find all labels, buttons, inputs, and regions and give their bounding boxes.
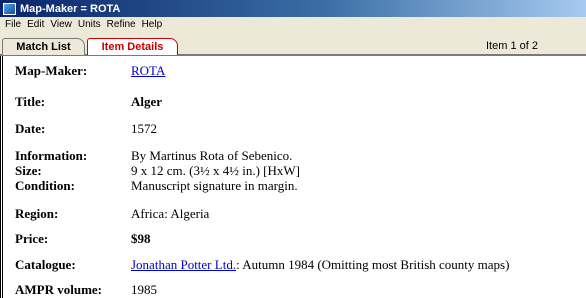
app-icon <box>3 2 16 15</box>
tab-match-list[interactable]: Match List <box>2 38 85 55</box>
menu-file[interactable]: File <box>2 17 24 32</box>
title-label: Title: <box>15 94 46 109</box>
row-ampr-volume: AMPR volume: 1985 <box>15 282 157 298</box>
size-label: Size: <box>15 163 42 178</box>
date-value: 1572 <box>131 121 157 136</box>
region-value: Africa: Algeria <box>131 206 210 221</box>
menu-bar: File Edit View Units Refine Help <box>0 17 586 32</box>
row-map-maker: Map-Maker: ROTA <box>15 63 165 79</box>
menu-units[interactable]: Units <box>75 17 104 32</box>
date-label: Date: <box>15 121 46 136</box>
row-information: Information: By Martinus Rota of Sebenic… <box>15 148 292 163</box>
information-value: By Martinus Rota of Sebenico. <box>131 148 293 163</box>
row-date: Date: 1572 <box>15 121 157 137</box>
catalogue-text: : Autumn 1984 (Omitting most British cou… <box>236 257 510 272</box>
item-details-panel: Map-Maker: ROTA Title: Alger Date: 1572 … <box>0 56 586 298</box>
row-condition: Condition: Manuscript signature in margi… <box>15 178 298 193</box>
window-title: Map-Maker = ROTA <box>20 2 121 15</box>
menu-edit[interactable]: Edit <box>24 17 47 32</box>
map-maker-link[interactable]: ROTA <box>131 63 165 79</box>
row-price: Price: $98 <box>15 231 151 247</box>
tab-item-details[interactable]: Item Details <box>87 38 178 55</box>
price-value: $98 <box>131 231 151 246</box>
map-maker-label: Map-Maker: <box>15 63 88 78</box>
catalogue-label: Catalogue: <box>15 257 76 272</box>
region-label: Region: <box>15 206 59 221</box>
menu-view[interactable]: View <box>47 17 75 32</box>
catalogue-link[interactable]: Jonathan Potter Ltd. <box>131 257 236 272</box>
menu-help[interactable]: Help <box>139 17 166 32</box>
item-counter: Item 1 of 2 <box>486 40 538 52</box>
condition-value: Manuscript signature in margin. <box>131 178 298 193</box>
title-bar: Map-Maker = ROTA <box>0 0 586 17</box>
tab-strip: Match List Item Details Item 1 of 2 <box>0 32 586 56</box>
menu-refine[interactable]: Refine <box>104 17 139 32</box>
information-label: Information: <box>15 148 88 163</box>
row-size: Size: 9 x 12 cm. (3½ x 4½ in.) [HxW] <box>15 163 300 178</box>
title-value: Alger <box>131 94 163 109</box>
ampr-volume-value: 1985 <box>131 282 157 297</box>
row-catalogue: Catalogue: Jonathan Potter Ltd.: Autumn … <box>15 257 509 273</box>
row-title: Title: Alger <box>15 94 162 110</box>
size-value: 9 x 12 cm. (3½ x 4½ in.) [HxW] <box>131 163 300 178</box>
catalogue-value: Jonathan Potter Ltd.: Autumn 1984 (Omitt… <box>131 257 509 273</box>
price-label: Price: <box>15 231 49 246</box>
row-region: Region: Africa: Algeria <box>15 206 209 222</box>
condition-label: Condition: <box>15 178 75 193</box>
ampr-volume-label: AMPR volume: <box>15 282 103 297</box>
